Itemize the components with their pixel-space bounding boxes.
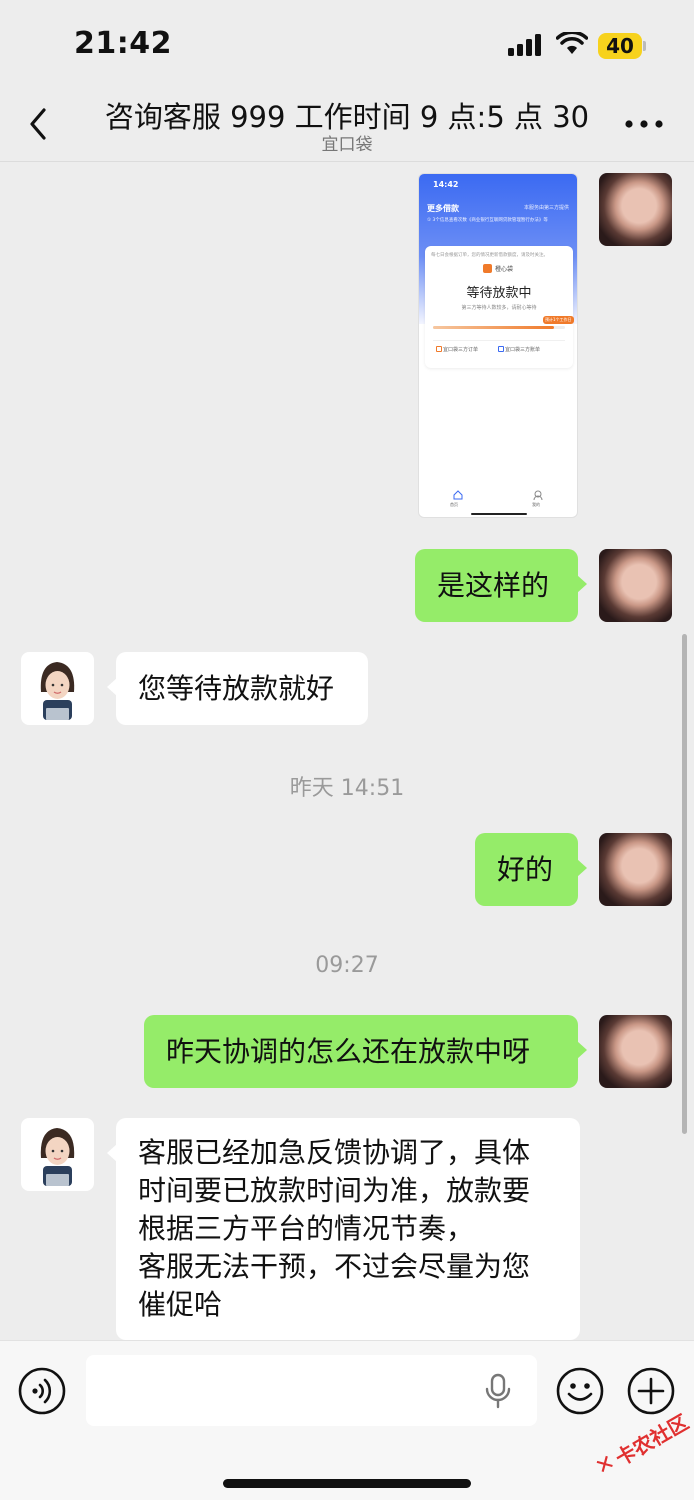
user-avatar[interactable] bbox=[599, 1015, 672, 1088]
user-avatar[interactable] bbox=[599, 833, 672, 906]
screenshot-card-tip: 每七日会根据订单，您的情况更新借款额度，请及时关注。 bbox=[431, 253, 548, 258]
received-message[interactable]: 您等待放款就好 bbox=[107, 652, 368, 725]
message-line: 客服无法干预，不过会尽量为您 bbox=[138, 1250, 531, 1283]
agent-avatar-icon bbox=[40, 1128, 75, 1186]
screenshot-status: 等待放款中 bbox=[466, 286, 532, 301]
screenshot-sub: 第三方等待人数较多，请耐心等待 bbox=[461, 305, 537, 311]
nav-bar: 咨询客服 999 工作时间 9 点:5 点 30 宜口袋 bbox=[0, 90, 694, 162]
back-chevron-icon[interactable] bbox=[24, 104, 54, 144]
sent-message[interactable]: 昨天协调的怎么还在放款中呀 bbox=[144, 1015, 587, 1088]
message-input[interactable] bbox=[86, 1355, 537, 1426]
chat-area[interactable]: 14:42 更多借款 本服务由第三方提供 ① 3个信息查看次数《商业银行互联网贷… bbox=[0, 163, 694, 1340]
screenshot-progress-fill bbox=[433, 326, 555, 329]
more-dots-icon[interactable] bbox=[624, 118, 664, 130]
mic-icon[interactable] bbox=[484, 1373, 512, 1409]
user-avatar[interactable] bbox=[599, 173, 672, 246]
image-message[interactable]: 14:42 更多借款 本服务由第三方提供 ① 3个信息查看次数《商业银行互联网贷… bbox=[418, 173, 578, 518]
screenshot-link-orders: 宜口袋三方订单 bbox=[443, 347, 479, 353]
message-text: 是这样的 bbox=[437, 569, 550, 602]
screenshot-card: 每七日会根据订单，您的情况更新借款额度，请及时关注。 橙心袋 等待放款中 第三方… bbox=[425, 246, 574, 368]
received-message[interactable]: 客服已经加急反馈协调了，具体 时间要已放款时间为准，放款要 根据三方平台的情况节… bbox=[107, 1118, 580, 1340]
message-line: 催促哈 bbox=[138, 1288, 223, 1321]
screenshot-tab-home: 首页 bbox=[450, 502, 458, 507]
message-text: 您等待放款就好 bbox=[138, 672, 335, 705]
message-line: 根据三方平台的情况节奏， bbox=[138, 1212, 475, 1245]
voice-icon[interactable] bbox=[18, 1367, 66, 1415]
status-bar: 21:42 40 bbox=[0, 0, 694, 90]
screenshot-header: 更多借款 bbox=[427, 204, 459, 213]
battery-indicator: 40 bbox=[598, 33, 646, 59]
chat-subtitle: 宜口袋 bbox=[321, 135, 373, 155]
wifi-icon bbox=[556, 32, 588, 54]
signal-bars-icon bbox=[508, 34, 541, 56]
agent-avatar[interactable] bbox=[21, 1118, 94, 1191]
user-avatar[interactable] bbox=[599, 549, 672, 622]
screenshot-divider bbox=[433, 340, 565, 341]
bill-icon bbox=[498, 346, 504, 352]
screenshot-tab-me: 我的 bbox=[532, 502, 540, 507]
message-text: 昨天协调的怎么还在放款中呀 bbox=[166, 1035, 531, 1068]
agent-avatar[interactable] bbox=[21, 652, 94, 725]
home-indicator bbox=[223, 1479, 471, 1488]
screenshot-progress-bar bbox=[433, 326, 565, 329]
emoji-icon[interactable] bbox=[556, 1367, 604, 1415]
sent-message[interactable]: 好的 bbox=[475, 833, 587, 906]
status-time: 21:42 bbox=[74, 26, 172, 61]
home-tab-icon bbox=[453, 490, 463, 500]
scrollbar[interactable] bbox=[682, 634, 687, 1134]
input-bar bbox=[0, 1340, 694, 1500]
battery-level: 40 bbox=[606, 34, 634, 58]
screenshot-home-indicator bbox=[471, 513, 527, 515]
sent-message[interactable]: 是这样的 bbox=[415, 549, 587, 622]
brand-logo-icon bbox=[483, 264, 492, 273]
battery-tip bbox=[643, 41, 646, 51]
message-text: 好的 bbox=[497, 853, 554, 886]
screenshot-link-bills: 宜口袋三方账单 bbox=[505, 347, 541, 353]
agent-avatar-icon bbox=[40, 662, 75, 720]
message-line: 时间要已放款时间为准，放款要 bbox=[138, 1174, 531, 1207]
message-line: 客服已经加急反馈协调了，具体 bbox=[138, 1136, 531, 1169]
screenshot-header-right: 本服务由第三方提供 bbox=[523, 205, 569, 211]
screenshot-notice: ① 3个信息查看次数《商业银行互联网贷款管理暂行办法》等 bbox=[427, 218, 548, 223]
message-timestamp: 09:27 bbox=[315, 953, 379, 978]
screenshot-time: 14:42 bbox=[433, 180, 459, 189]
order-icon bbox=[436, 346, 442, 352]
message-timestamp: 昨天 14:51 bbox=[289, 776, 405, 801]
screenshot-brand: 橙心袋 bbox=[495, 266, 514, 273]
profile-tab-icon bbox=[533, 490, 543, 500]
screenshot-progress-tag: 预计1个工作日 bbox=[543, 316, 574, 324]
